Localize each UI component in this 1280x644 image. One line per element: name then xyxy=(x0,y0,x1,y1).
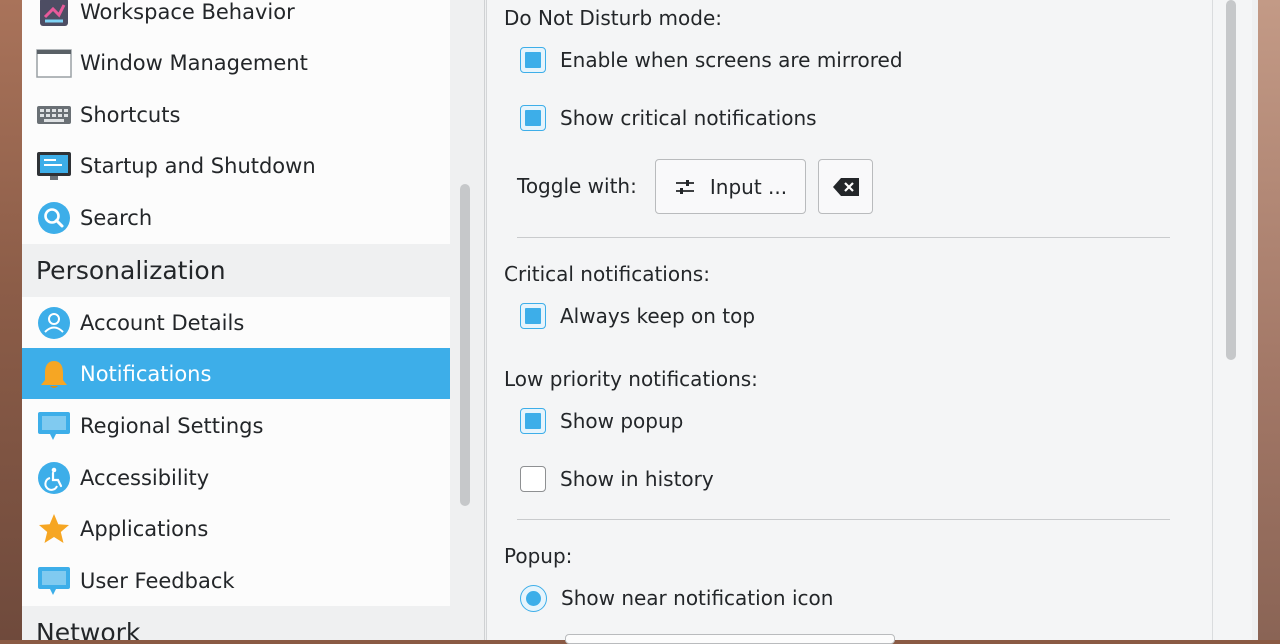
search-icon xyxy=(36,200,72,236)
desktop-background-right xyxy=(1258,0,1280,640)
mirrored-checkbox-row[interactable]: Enable when screens are mirrored xyxy=(520,45,903,75)
desktop-background-left xyxy=(0,0,22,640)
sidebar-item-label: Workspace Behavior xyxy=(80,0,295,24)
backspace-icon xyxy=(832,177,860,197)
keyboard-icon xyxy=(36,97,72,133)
sidebar-scrollbar[interactable] xyxy=(460,184,470,506)
sidebar-item-startup-and-shutdown[interactable]: Startup and Shutdown xyxy=(22,140,450,191)
monitor-icon xyxy=(36,148,72,184)
low-priority-group-title: Low priority notifications: xyxy=(504,367,758,391)
sidebar-item-user-feedback[interactable]: User Feedback xyxy=(22,555,450,606)
sidebar-item-label: Window Management xyxy=(80,50,308,75)
sidebar-item-applications[interactable]: Applications xyxy=(22,503,450,554)
panel-divider xyxy=(484,0,485,640)
section-header-network: Network xyxy=(22,606,450,640)
on-top-checkbox-row[interactable]: Always keep on top xyxy=(520,301,755,331)
sidebar-item-workspace-behavior[interactable]: Workspace Behavior xyxy=(22,0,450,37)
show-popup-checkbox-label: Show popup xyxy=(560,409,684,433)
mirrored-checkbox-label: Enable when screens are mirrored xyxy=(560,48,903,72)
sidebar: Workspace Behavior Window Management Sho… xyxy=(22,0,450,640)
sliders-icon xyxy=(674,176,696,198)
input-shortcut-button[interactable]: Input ... xyxy=(655,159,806,214)
content-edge xyxy=(1212,0,1213,640)
feedback-icon xyxy=(36,563,72,599)
section-separator xyxy=(517,519,1170,520)
mirrored-checkbox[interactable] xyxy=(520,47,546,73)
speech-bubble-icon xyxy=(36,408,72,444)
section-separator xyxy=(517,237,1170,238)
sidebar-item-window-management[interactable]: Window Management xyxy=(22,37,450,88)
toggle-with-label: Toggle with: xyxy=(517,174,637,198)
user-icon xyxy=(36,305,72,341)
show-history-checkbox-row[interactable]: Show in history xyxy=(520,464,714,494)
near-icon-radio-row[interactable]: Show near notification icon xyxy=(520,583,833,613)
always-on-top-checkbox-label: Always keep on top xyxy=(560,304,756,328)
sidebar-item-accessibility[interactable]: Accessibility xyxy=(22,452,450,503)
show-popup-checkbox[interactable] xyxy=(520,408,546,434)
sidebar-item-label: Notifications xyxy=(80,361,212,386)
sidebar-item-label: Account Details xyxy=(80,310,245,335)
sidebar-item-search[interactable]: Search xyxy=(22,192,450,243)
sidebar-item-label: Search xyxy=(80,205,153,230)
always-on-top-checkbox[interactable] xyxy=(520,303,546,329)
section-title: Network xyxy=(36,618,141,640)
sidebar-item-regional-settings[interactable]: Regional Settings xyxy=(22,400,450,451)
near-notification-icon-radio[interactable] xyxy=(520,584,547,612)
critical-group-title: Critical notifications: xyxy=(504,262,710,286)
dnd-group-title: Do Not Disturb mode: xyxy=(504,6,723,30)
bell-icon xyxy=(36,356,72,392)
popup-group-title: Popup: xyxy=(504,544,573,568)
sidebar-item-label: Accessibility xyxy=(80,465,210,490)
sidebar-item-shortcuts[interactable]: Shortcuts xyxy=(22,89,450,140)
sidebar-item-label: User Feedback xyxy=(80,568,235,593)
sidebar-item-notifications[interactable]: Notifications xyxy=(22,348,450,399)
section-header-personalization: Personalization xyxy=(22,244,450,297)
show-critical-checkbox[interactable] xyxy=(520,105,546,131)
show-popup-checkbox-row[interactable]: Show popup xyxy=(520,406,683,436)
show-in-history-checkbox[interactable] xyxy=(520,466,546,492)
critical-dnd-checkbox-row[interactable]: Show critical notifications xyxy=(520,103,817,133)
near-notification-icon-radio-label: Show near notification icon xyxy=(561,586,834,610)
sidebar-item-label: Applications xyxy=(80,516,209,541)
popup-position-button[interactable] xyxy=(565,634,895,644)
sidebar-item-account-details[interactable]: Account Details xyxy=(22,297,450,348)
sidebar-item-label: Regional Settings xyxy=(80,413,264,438)
system-settings-window: Workspace Behavior Window Management Sho… xyxy=(22,0,1258,644)
show-critical-checkbox-label: Show critical notifications xyxy=(560,106,817,130)
clear-shortcut-button[interactable] xyxy=(818,159,873,214)
section-title: Personalization xyxy=(36,256,226,285)
accessibility-icon xyxy=(36,460,72,496)
show-in-history-checkbox-label: Show in history xyxy=(560,467,714,491)
star-icon xyxy=(36,511,72,547)
sidebar-item-label: Shortcuts xyxy=(80,102,181,127)
input-shortcut-button-label: Input ... xyxy=(709,174,788,199)
window-management-icon xyxy=(36,45,72,81)
workspace-behavior-icon xyxy=(36,0,72,30)
sidebar-item-label: Startup and Shutdown xyxy=(80,153,316,178)
content-scrollbar[interactable] xyxy=(1226,0,1236,360)
